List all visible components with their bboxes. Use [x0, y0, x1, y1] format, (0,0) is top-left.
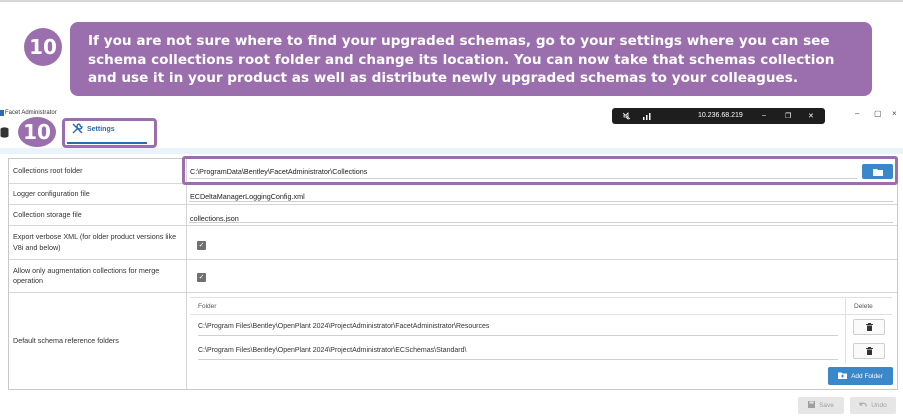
- trash-icon: [865, 342, 873, 360]
- input-underline: [189, 222, 893, 223]
- maximize-button[interactable]: ▢: [874, 109, 882, 118]
- setting-row-export-verbose: Export verbose XML (for older product ve…: [9, 226, 897, 260]
- undo-button[interactable]: Undo: [850, 397, 896, 414]
- remote-close-button[interactable]: ✕: [808, 112, 814, 120]
- undo-icon: [859, 402, 867, 410]
- setting-label: Allow only augmentation collections for …: [9, 260, 187, 292]
- remote-session-bar: 10.236.68.219 – ❐ ✕: [612, 108, 825, 124]
- step-number-badge-tab: 10: [18, 117, 56, 147]
- undo-label: Undo: [871, 402, 887, 409]
- minimize-button[interactable]: –: [855, 109, 859, 118]
- export-verbose-checkbox[interactable]: ✓: [197, 241, 206, 250]
- add-folder-icon: [838, 372, 848, 381]
- browse-folder-button[interactable]: [862, 164, 893, 179]
- save-button[interactable]: Save: [798, 397, 844, 414]
- add-folder-button[interactable]: Add Folder: [828, 367, 893, 385]
- close-button[interactable]: ×: [892, 109, 897, 118]
- setting-label: Collections root folder: [9, 159, 187, 183]
- table-row: C:\Program Files\Bentley\OpenPlant 2024\…: [190, 339, 892, 363]
- remote-ip: 10.236.68.219: [698, 112, 743, 119]
- database-icon[interactable]: [0, 125, 9, 138]
- save-icon: [808, 401, 816, 410]
- app-icon: [0, 110, 4, 116]
- step-number-badge: 10: [24, 28, 62, 66]
- augmentation-checkbox[interactable]: ✓: [197, 273, 206, 282]
- delete-button[interactable]: [853, 319, 885, 335]
- setting-label: Export verbose XML (for older product ve…: [9, 226, 187, 259]
- setting-label: Logger configuration file: [9, 184, 187, 204]
- folder-path[interactable]: C:\Program Files\Bentley\OpenPlant 2024\…: [198, 347, 466, 354]
- tutorial-callout: If you are not sure where to find your u…: [70, 22, 872, 96]
- tools-icon: [72, 123, 83, 136]
- folder-icon: [872, 163, 883, 181]
- table-row: C:\Program Files\Bentley\OpenPlant 2024\…: [190, 315, 892, 339]
- toolbar-band: [0, 148, 903, 154]
- add-folder-label: Add Folder: [851, 372, 883, 380]
- setting-row-augmentation: Allow only augmentation collections for …: [9, 260, 897, 293]
- top-divider: [0, 0, 903, 2]
- input-underline: [189, 201, 893, 202]
- input-underline: [198, 335, 838, 336]
- table-header: Folder Delete: [190, 297, 892, 315]
- save-label: Save: [819, 402, 834, 409]
- window-title: Facet Administrator: [5, 110, 57, 116]
- folder-path[interactable]: C:\Program Files\Bentley\OpenPlant 2024\…: [198, 323, 489, 330]
- signal-icon: [643, 112, 653, 122]
- remote-minimize-button[interactable]: –: [762, 112, 766, 119]
- logger-config-input[interactable]: ECDeltaManagerLoggingConfig.xml: [190, 192, 305, 201]
- tab-settings-label: Settings: [87, 126, 115, 133]
- delete-column-header: Delete: [854, 303, 873, 310]
- mute-icon[interactable]: [622, 112, 631, 122]
- remote-restore-button[interactable]: ❐: [785, 112, 791, 120]
- input-underline: [198, 359, 838, 360]
- folder-column-header: Folder: [198, 303, 217, 310]
- setting-label: Collection storage file: [9, 205, 187, 225]
- trash-icon: [865, 318, 873, 336]
- active-tab-indicator: [67, 142, 147, 144]
- tab-settings[interactable]: Settings: [72, 123, 115, 136]
- collections-root-highlight: [182, 156, 898, 185]
- delete-button[interactable]: [853, 343, 885, 359]
- schema-folders-table: Folder Delete C:\Program Files\Bentley\O…: [190, 297, 892, 363]
- setting-label: Default schema reference folders: [9, 293, 187, 389]
